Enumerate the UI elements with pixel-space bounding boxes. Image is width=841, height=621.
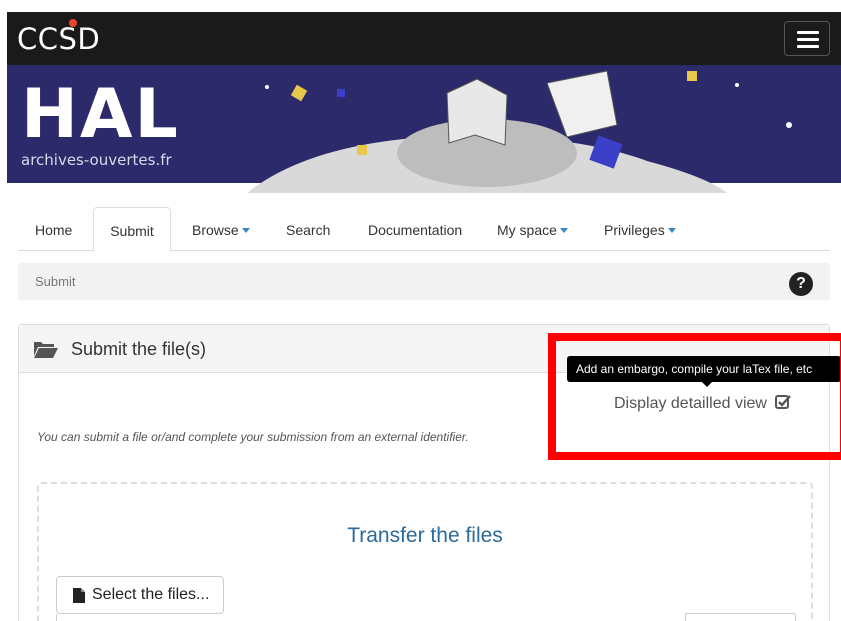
hal-subtitle: archives-ouvertes.fr xyxy=(21,151,172,169)
file-list-cell xyxy=(685,613,795,621)
tab-documentation[interactable]: Documentation xyxy=(368,207,462,251)
ccsd-topbar: CCSD xyxy=(7,12,841,65)
hamburger-icon-bar xyxy=(797,31,819,34)
tab-submit-label: Submit xyxy=(110,223,154,239)
dropzone-title: Transfer the files xyxy=(347,524,503,547)
tab-privileges-label: Privileges xyxy=(604,222,665,238)
question-circle-icon[interactable]: ? xyxy=(789,272,813,296)
tab-home[interactable]: Home xyxy=(35,207,72,251)
caret-down-icon xyxy=(559,228,568,233)
tab-browse[interactable]: Browse xyxy=(192,207,250,251)
select-files-button[interactable]: Select the files... xyxy=(56,576,224,614)
caret-down-icon xyxy=(667,228,676,233)
tab-privileges[interactable]: Privileges xyxy=(604,207,676,251)
folder-open-icon xyxy=(34,342,58,358)
hamburger-icon-bar xyxy=(797,38,819,41)
breadcrumb: Submit ? xyxy=(18,263,830,300)
tab-search-label: Search xyxy=(286,222,331,238)
tab-search[interactable]: Search xyxy=(286,207,330,251)
menu-toggle-button[interactable] xyxy=(784,21,830,56)
file-dropzone[interactable]: Transfer the files Select the files... xyxy=(37,482,813,621)
ccsd-logo-accent xyxy=(69,19,77,27)
breadcrumb-item-submit: Submit xyxy=(35,274,76,289)
file-list-row xyxy=(56,613,796,621)
hal-banner: HAL archives-ouvertes.fr xyxy=(7,65,841,193)
caret-down-icon xyxy=(241,228,250,233)
select-files-label: Select the files... xyxy=(92,586,210,603)
hal-logo[interactable]: HAL xyxy=(21,79,180,151)
main-nav-tabs: Home Submit Browse Search Documentation … xyxy=(18,207,830,252)
hamburger-icon-bar xyxy=(797,45,819,48)
highlight-box xyxy=(548,333,841,460)
panel-title: Submit the file(s) xyxy=(71,339,207,359)
tab-home-label: Home xyxy=(35,222,73,238)
submission-info-text: You can submit a file or/and complete yo… xyxy=(37,430,469,444)
ccsd-logo[interactable]: CCSD xyxy=(17,22,100,56)
tab-my-space-label: My space xyxy=(497,222,557,238)
file-icon xyxy=(73,588,85,603)
tab-my-space[interactable]: My space xyxy=(497,207,568,251)
tab-submit[interactable]: Submit xyxy=(93,207,171,252)
tab-browse-label: Browse xyxy=(192,222,239,238)
tab-documentation-label: Documentation xyxy=(368,222,463,238)
